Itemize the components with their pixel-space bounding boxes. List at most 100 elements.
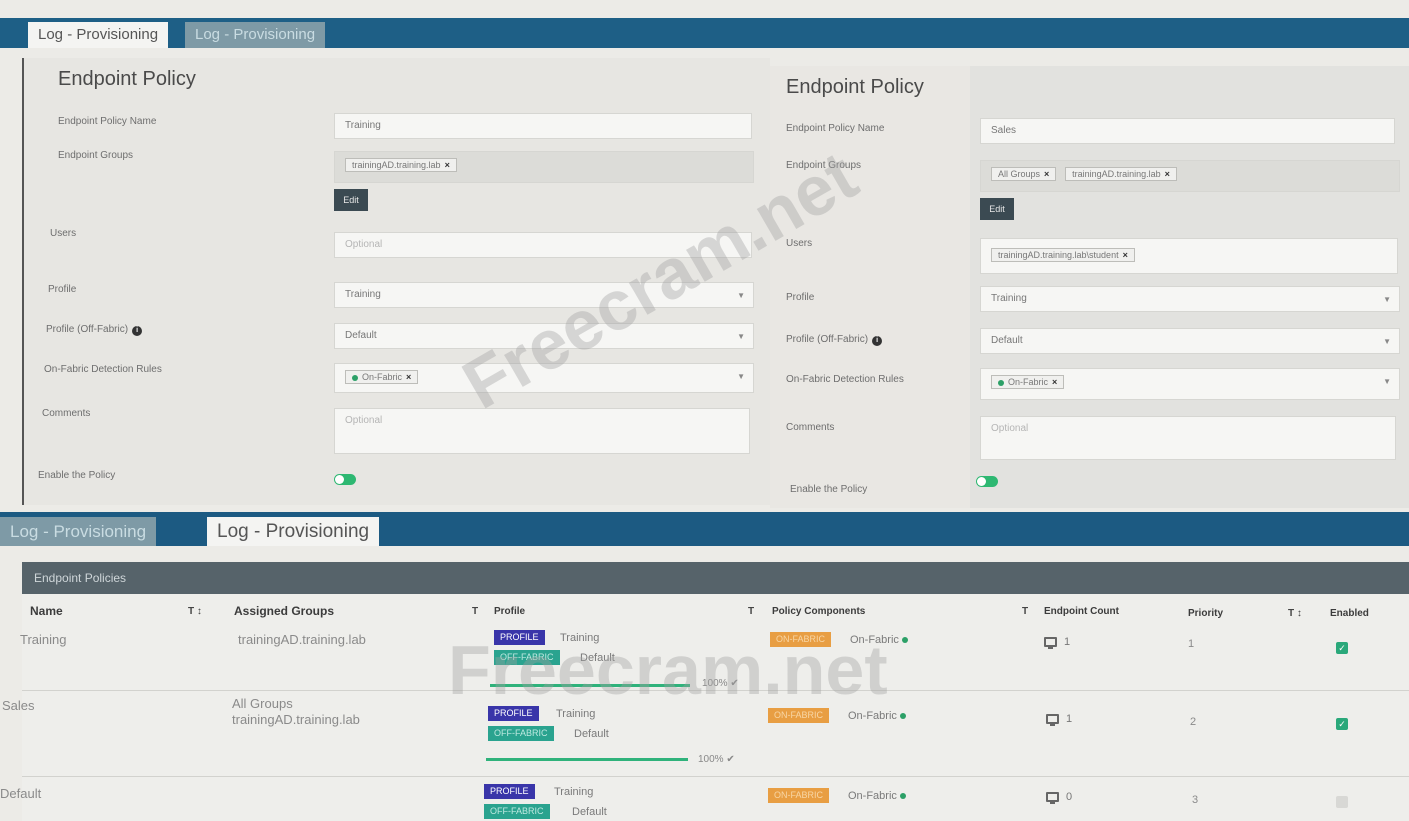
tab-log-provisioning-1[interactable]: Log - Provisioning: [0, 517, 157, 546]
profile-badge: PROFILE: [488, 706, 539, 721]
column-header-assigned-groups[interactable]: Assigned Groups: [234, 604, 334, 618]
endpoint-count[interactable]: 0: [1066, 791, 1072, 803]
remove-chip-icon[interactable]: ×: [1165, 169, 1170, 179]
priority-value: 3: [1192, 794, 1199, 806]
enable-policy-toggle[interactable]: [976, 476, 998, 487]
filter-sort-icon[interactable]: T ↕: [1288, 608, 1302, 619]
endpoint-count[interactable]: 1: [1064, 636, 1070, 648]
column-header-policy-components[interactable]: Policy Components: [772, 606, 865, 617]
component-value: On-Fabric: [848, 790, 910, 802]
column-header-endpoint-count[interactable]: Endpoint Count: [1044, 606, 1119, 617]
detection-rules-select[interactable]: On-Fabric × ▼: [980, 368, 1400, 400]
endpoint-groups-field[interactable]: trainingAD.training.lab ×: [334, 151, 754, 183]
user-chip: trainingAD.training.lab\student ×: [991, 248, 1135, 262]
label-comments: Comments: [42, 408, 91, 419]
chevron-down-icon: ▼: [737, 332, 745, 341]
remove-chip-icon[interactable]: ×: [445, 160, 450, 170]
filter-icon[interactable]: T: [748, 606, 754, 617]
edit-button[interactable]: Edit: [334, 189, 368, 211]
off-fabric-value: Default: [572, 806, 607, 818]
bottom-tab-bar: Log - Provisioning Log - Provisioning: [0, 512, 1409, 546]
column-header-priority[interactable]: Priority: [1188, 608, 1223, 619]
priority-value: 1: [1188, 638, 1195, 650]
profile-off-fabric-select[interactable]: Default ▼: [980, 328, 1400, 354]
profile-select[interactable]: Training ▼: [980, 286, 1400, 312]
label-profile: Profile: [786, 292, 815, 303]
users-input[interactable]: Optional: [334, 232, 752, 258]
enabled-checkbox[interactable]: ✓: [1336, 642, 1348, 654]
comments-textarea[interactable]: Optional: [334, 408, 750, 454]
remove-chip-icon[interactable]: ×: [1123, 250, 1128, 260]
off-fabric-badge: OFF-FABRIC: [494, 650, 560, 665]
progress-bar: [486, 758, 688, 761]
profile-off-fabric-select[interactable]: Default ▼: [334, 323, 754, 349]
endpoint-policies-table: Endpoint Policies Name T ↕ Assigned Grou…: [0, 562, 1409, 821]
row-name: Sales: [2, 698, 35, 713]
monitor-icon: [1044, 637, 1057, 649]
users-input[interactable]: trainingAD.training.lab\student ×: [980, 238, 1398, 274]
detection-rules-select[interactable]: On-Fabric × ▼: [334, 363, 754, 393]
enable-policy-toggle[interactable]: [334, 474, 356, 485]
info-icon: i: [132, 326, 143, 336]
top-tab-bar: Log - Provisioning Log - Provisioning: [0, 18, 1409, 48]
chevron-down-icon: ▼: [737, 372, 745, 381]
label-policy-name: Endpoint Policy Name: [58, 116, 157, 127]
profile-select[interactable]: Training ▼: [334, 282, 754, 308]
off-fabric-value: Default: [574, 728, 609, 740]
row-name: Training: [20, 632, 67, 647]
row-assigned-group: trainingAD.training.lab: [232, 712, 360, 727]
label-detection-rules: On-Fabric Detection Rules: [44, 364, 162, 375]
label-policy-name: Endpoint Policy Name: [786, 123, 885, 134]
column-header-name[interactable]: Name: [30, 604, 63, 618]
profile-badge: PROFILE: [494, 630, 545, 645]
column-header-profile[interactable]: Profile: [494, 606, 525, 617]
monitor-icon: [1046, 714, 1059, 726]
endpoint-count[interactable]: 1: [1066, 713, 1072, 725]
remove-chip-icon[interactable]: ×: [406, 372, 411, 382]
filter-sort-icon[interactable]: T ↕: [188, 606, 202, 617]
row-name: Default: [0, 786, 42, 801]
monitor-icon: [1046, 792, 1059, 804]
row-divider: [22, 776, 1409, 777]
status-dot-icon: [899, 713, 906, 720]
filter-icon[interactable]: T: [472, 606, 478, 617]
policy-name-input[interactable]: Sales: [980, 118, 1395, 144]
checkmark-icon: ✔: [726, 754, 735, 765]
chevron-down-icon: ▼: [737, 291, 745, 300]
chevron-down-icon: ▼: [1383, 337, 1391, 346]
progress-percent: 100% ✔: [702, 678, 739, 689]
remove-chip-icon[interactable]: ×: [1052, 377, 1057, 387]
enabled-checkbox[interactable]: ✓: [1336, 718, 1348, 730]
status-dot-icon: [899, 793, 906, 800]
column-header-enabled[interactable]: Enabled: [1330, 608, 1369, 619]
endpoint-policy-panel-left: Endpoint Policy Endpoint Policy Name Tra…: [22, 58, 770, 505]
component-value: On-Fabric: [850, 634, 912, 646]
component-value: On-Fabric: [848, 710, 910, 722]
status-dot-icon: [352, 374, 358, 381]
remove-chip-icon[interactable]: ×: [1044, 169, 1049, 179]
rule-chip: On-Fabric ×: [991, 375, 1065, 389]
chevron-down-icon: ▼: [1383, 377, 1391, 386]
row-assigned-group: trainingAD.training.lab: [238, 632, 366, 647]
label-enable-policy: Enable the Policy: [790, 484, 868, 495]
tab-log-provisioning-2[interactable]: Log - Provisioning: [207, 517, 380, 546]
label-endpoint-groups: Endpoint Groups: [786, 160, 862, 171]
filter-icon[interactable]: T: [1022, 606, 1028, 617]
edit-button[interactable]: Edit: [980, 198, 1014, 220]
tab-log-provisioning-2[interactable]: Log - Provisioning: [185, 22, 326, 48]
group-chip: trainingAD.training.lab ×: [345, 158, 457, 172]
endpoint-policy-panel-right: Endpoint Policy Endpoint Policy Name Sal…: [770, 66, 1409, 508]
enabled-checkbox[interactable]: [1336, 796, 1348, 808]
group-chip: trainingAD.training.lab ×: [1065, 167, 1177, 181]
comments-textarea[interactable]: Optional: [980, 416, 1396, 460]
label-profile-off-fabric: Profile (Off-Fabric) i: [46, 324, 143, 336]
label-endpoint-groups: Endpoint Groups: [58, 150, 134, 161]
endpoint-groups-field[interactable]: All Groups × trainingAD.training.lab ×: [980, 160, 1400, 192]
policy-name-input[interactable]: Training: [334, 113, 752, 139]
panel-title: Endpoint Policy: [786, 76, 924, 98]
progress-bar: [490, 684, 690, 687]
row-assigned-group: All Groups: [232, 696, 293, 711]
label-users: Users: [50, 228, 77, 239]
progress-percent: 100% ✔: [698, 754, 735, 765]
tab-log-provisioning-1[interactable]: Log - Provisioning: [28, 22, 169, 48]
